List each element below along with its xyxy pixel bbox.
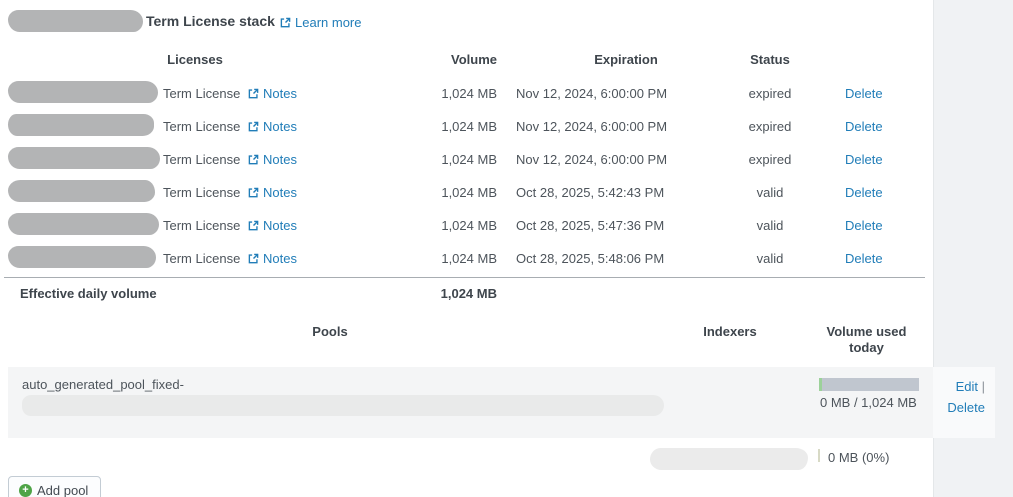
redacted-license-name (8, 81, 158, 103)
table-row: Term License Notes 1,024 MB Oct 28, 2025… (0, 209, 933, 242)
license-expiration: Oct 28, 2025, 5:47:36 PM (516, 218, 665, 233)
licenses-table-body: Term License Notes 1,024 MB Nov 12, 2024… (0, 77, 933, 275)
action-separator: | (981, 379, 985, 394)
notes-link[interactable]: Notes (248, 152, 297, 167)
notes-link-label: Notes (263, 184, 297, 200)
external-link-icon (280, 16, 291, 31)
edit-pool-link[interactable]: Edit (956, 379, 978, 394)
license-usage-page: Term License stack Learn more Licenses V… (0, 0, 1013, 497)
table-row: Term License Notes 1,024 MB Oct 28, 2025… (0, 176, 933, 209)
license-status: valid (756, 251, 784, 266)
license-status: valid (756, 185, 784, 200)
external-link-icon (248, 87, 259, 102)
license-volume: 1,024 MB (441, 152, 497, 167)
license-status: expired (748, 119, 792, 134)
table-divider (4, 277, 925, 278)
redacted-license-name (8, 114, 154, 136)
external-link-icon (248, 153, 259, 168)
redacted-stack-name (8, 10, 143, 32)
notes-link[interactable]: Notes (248, 119, 297, 134)
external-link-icon (248, 186, 259, 201)
redacted-license-name (8, 180, 155, 202)
delete-pool-link[interactable]: Delete (947, 400, 985, 415)
pool-usage-bar (819, 378, 919, 391)
notes-link[interactable]: Notes (248, 86, 297, 101)
column-header-volume: Volume (451, 52, 497, 67)
license-expiration: Nov 12, 2024, 6:00:00 PM (516, 86, 668, 101)
effective-daily-volume-label: Effective daily volume (20, 286, 157, 301)
effective-daily-volume-value: 1,024 MB (440, 286, 497, 301)
delete-license-link[interactable]: Delete (845, 86, 883, 101)
add-pool-button-label: Add pool (37, 482, 89, 497)
pools-table-header: Pools Indexers Volume used today (0, 324, 933, 356)
redacted-indexer-info (650, 448, 808, 470)
redacted-license-name (8, 147, 160, 169)
license-type-label: Term License (163, 185, 241, 200)
license-type-label: Term License (163, 86, 241, 101)
license-expiration: Oct 28, 2025, 5:48:06 PM (516, 251, 665, 266)
notes-link-label: Notes (263, 118, 297, 134)
license-status: expired (748, 86, 792, 101)
delete-license-link[interactable]: Delete (845, 251, 883, 266)
delete-license-link[interactable]: Delete (845, 185, 883, 200)
license-volume: 1,024 MB (441, 251, 497, 266)
column-header-volume-used-today: Volume used today (826, 324, 907, 355)
license-type-label: Term License (163, 119, 241, 134)
learn-more-label: Learn more (295, 15, 362, 30)
license-status: valid (756, 218, 784, 233)
notes-link-label: Notes (263, 250, 297, 266)
column-header-licenses: Licenses (167, 52, 223, 67)
license-type-label: Term License (163, 152, 241, 167)
delete-license-link[interactable]: Delete (845, 218, 883, 233)
notes-link[interactable]: Notes (248, 185, 297, 200)
total-volume-used-value: 0 MB (0%) (828, 450, 890, 465)
notes-link[interactable]: Notes (248, 251, 297, 266)
pool-row: auto_generated_pool_fixed- 0 MB / 1,024 … (8, 367, 933, 438)
total-usage-tick (818, 449, 820, 462)
pool-actions-cell: Edit | Delete (933, 367, 995, 438)
pools-total-row: 0 MB (0%) (0, 444, 933, 472)
plus-circle-icon: + (19, 483, 32, 497)
license-volume: 1,024 MB (441, 185, 497, 200)
column-header-indexers: Indexers (703, 324, 757, 339)
license-type-label: Term License (163, 218, 241, 233)
license-expiration: Nov 12, 2024, 6:00:00 PM (516, 119, 668, 134)
table-row: Term License Notes 1,024 MB Nov 12, 2024… (0, 143, 933, 176)
redacted-license-name (8, 213, 159, 235)
redacted-pool-name-suffix (22, 395, 664, 416)
delete-license-link[interactable]: Delete (845, 119, 883, 134)
license-expiration: Oct 28, 2025, 5:42:43 PM (516, 185, 665, 200)
notes-link[interactable]: Notes (248, 218, 297, 233)
notes-link-label: Notes (263, 217, 297, 233)
license-type-label: Term License (163, 251, 241, 266)
table-row: Term License Notes 1,024 MB Nov 12, 2024… (0, 77, 933, 110)
add-pool-button[interactable]: + Add pool (8, 476, 102, 497)
column-header-pools: Pools (312, 324, 348, 339)
license-status: expired (748, 152, 792, 167)
stack-title: Term License stack (146, 13, 275, 29)
pool-usage-bar-fill (819, 378, 822, 391)
license-volume: 1,024 MB (441, 86, 497, 101)
table-row: Term License Notes 1,024 MB Oct 28, 2025… (0, 242, 933, 275)
column-header-status: Status (750, 52, 790, 67)
delete-license-link[interactable]: Delete (845, 152, 883, 167)
licenses-table-header: Licenses Volume Expiration Status (0, 52, 933, 67)
table-row: Term License Notes 1,024 MB Nov 12, 2024… (0, 110, 933, 143)
notes-link-label: Notes (263, 151, 297, 167)
pool-volume-used-value: 0 MB / 1,024 MB (820, 395, 917, 410)
learn-more-link[interactable]: Learn more (280, 15, 361, 30)
notes-link-label: Notes (263, 85, 297, 101)
redacted-license-name (8, 246, 156, 268)
external-link-icon (248, 120, 259, 135)
external-link-icon (248, 219, 259, 234)
license-volume: 1,024 MB (441, 119, 497, 134)
license-volume: 1,024 MB (441, 218, 497, 233)
pool-name: auto_generated_pool_fixed- (22, 377, 184, 392)
external-link-icon (248, 252, 259, 267)
license-expiration: Nov 12, 2024, 6:00:00 PM (516, 152, 668, 167)
column-header-expiration: Expiration (594, 52, 658, 67)
